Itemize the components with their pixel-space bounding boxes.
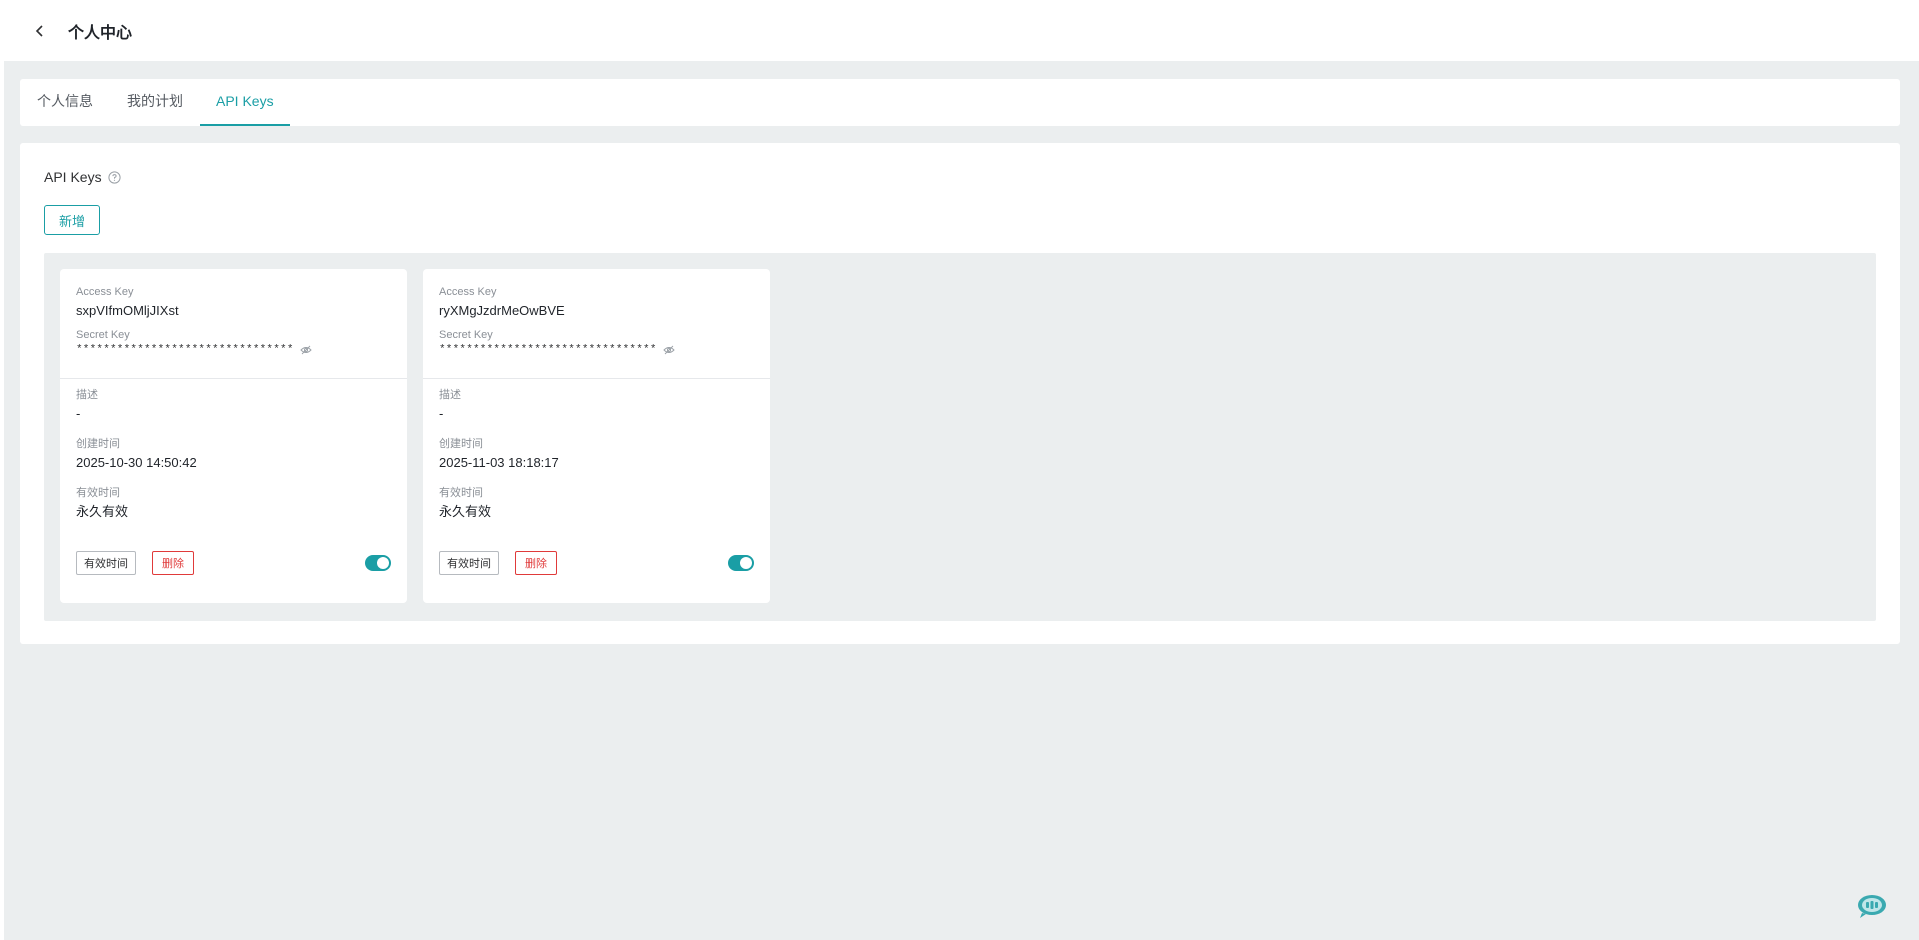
tab-api-keys[interactable]: API Keys — [200, 79, 290, 126]
eye-hidden-icon[interactable] — [663, 345, 675, 355]
created-time-value: 2025-11-03 18:18:17 — [439, 455, 559, 470]
description-label: 描述 — [76, 389, 98, 401]
api-keys-panel: API Keys 新增 Access Key sxpVIfmOMljJIXst … — [20, 143, 1900, 644]
created-time-label: 创建时间 — [439, 438, 483, 450]
created-time-value: 2025-10-30 14:50:42 — [76, 455, 197, 470]
secret-key-value: ******************************** — [439, 344, 657, 356]
cards-container: Access Key sxpVIfmOMljJIXst Secret Key *… — [44, 253, 1876, 621]
delete-button[interactable]: 删除 — [515, 551, 557, 575]
chat-assistant-icon[interactable] — [1856, 893, 1888, 919]
left-edge-strip — [0, 0, 4, 940]
access-key-label: Access Key — [439, 286, 497, 298]
toggle-knob — [377, 557, 389, 569]
section-title: API Keys — [44, 169, 121, 185]
valid-time-label: 有效时间 — [76, 487, 120, 499]
chevron-left-icon[interactable] — [30, 21, 50, 41]
description-value: - — [76, 406, 81, 421]
api-key-card: Access Key ryXMgJzdrMeOwBVE Secret Key *… — [423, 269, 770, 603]
eye-hidden-icon[interactable] — [300, 345, 312, 355]
valid-time-label: 有效时间 — [439, 487, 483, 499]
valid-time-value: 永久有效 — [76, 504, 129, 519]
valid-time-value: 永久有效 — [439, 504, 492, 519]
valid-time-button[interactable]: 有效时间 — [439, 551, 499, 575]
enable-toggle[interactable] — [728, 555, 754, 571]
add-api-key-button[interactable]: 新增 — [44, 205, 100, 235]
secret-key-value: ******************************** — [76, 344, 294, 356]
access-key-value: sxpVIfmOMljJIXst — [76, 303, 179, 318]
enable-toggle[interactable] — [365, 555, 391, 571]
page-header: 个人中心 — [4, 0, 1919, 61]
tab-personal-info[interactable]: 个人信息 — [36, 79, 94, 126]
access-key-label: Access Key — [76, 286, 134, 298]
description-value: - — [439, 406, 444, 421]
access-key-value: ryXMgJzdrMeOwBVE — [439, 303, 565, 318]
description-label: 描述 — [439, 389, 461, 401]
page-title: 个人中心 — [68, 24, 133, 42]
tab-my-plan[interactable]: 我的计划 — [126, 79, 184, 126]
api-key-card: Access Key sxpVIfmOMljJIXst Secret Key *… — [60, 269, 407, 603]
created-time-label: 创建时间 — [76, 438, 120, 450]
secret-key-label: Secret Key — [76, 329, 130, 341]
tab-bar: 个人信息 我的计划 API Keys — [20, 79, 1900, 126]
delete-button[interactable]: 删除 — [152, 551, 194, 575]
toggle-knob — [740, 557, 752, 569]
question-circle-icon[interactable] — [107, 170, 121, 184]
valid-time-button[interactable]: 有效时间 — [76, 551, 136, 575]
secret-key-label: Secret Key — [439, 329, 493, 341]
section-title-text: API Keys — [44, 169, 102, 185]
